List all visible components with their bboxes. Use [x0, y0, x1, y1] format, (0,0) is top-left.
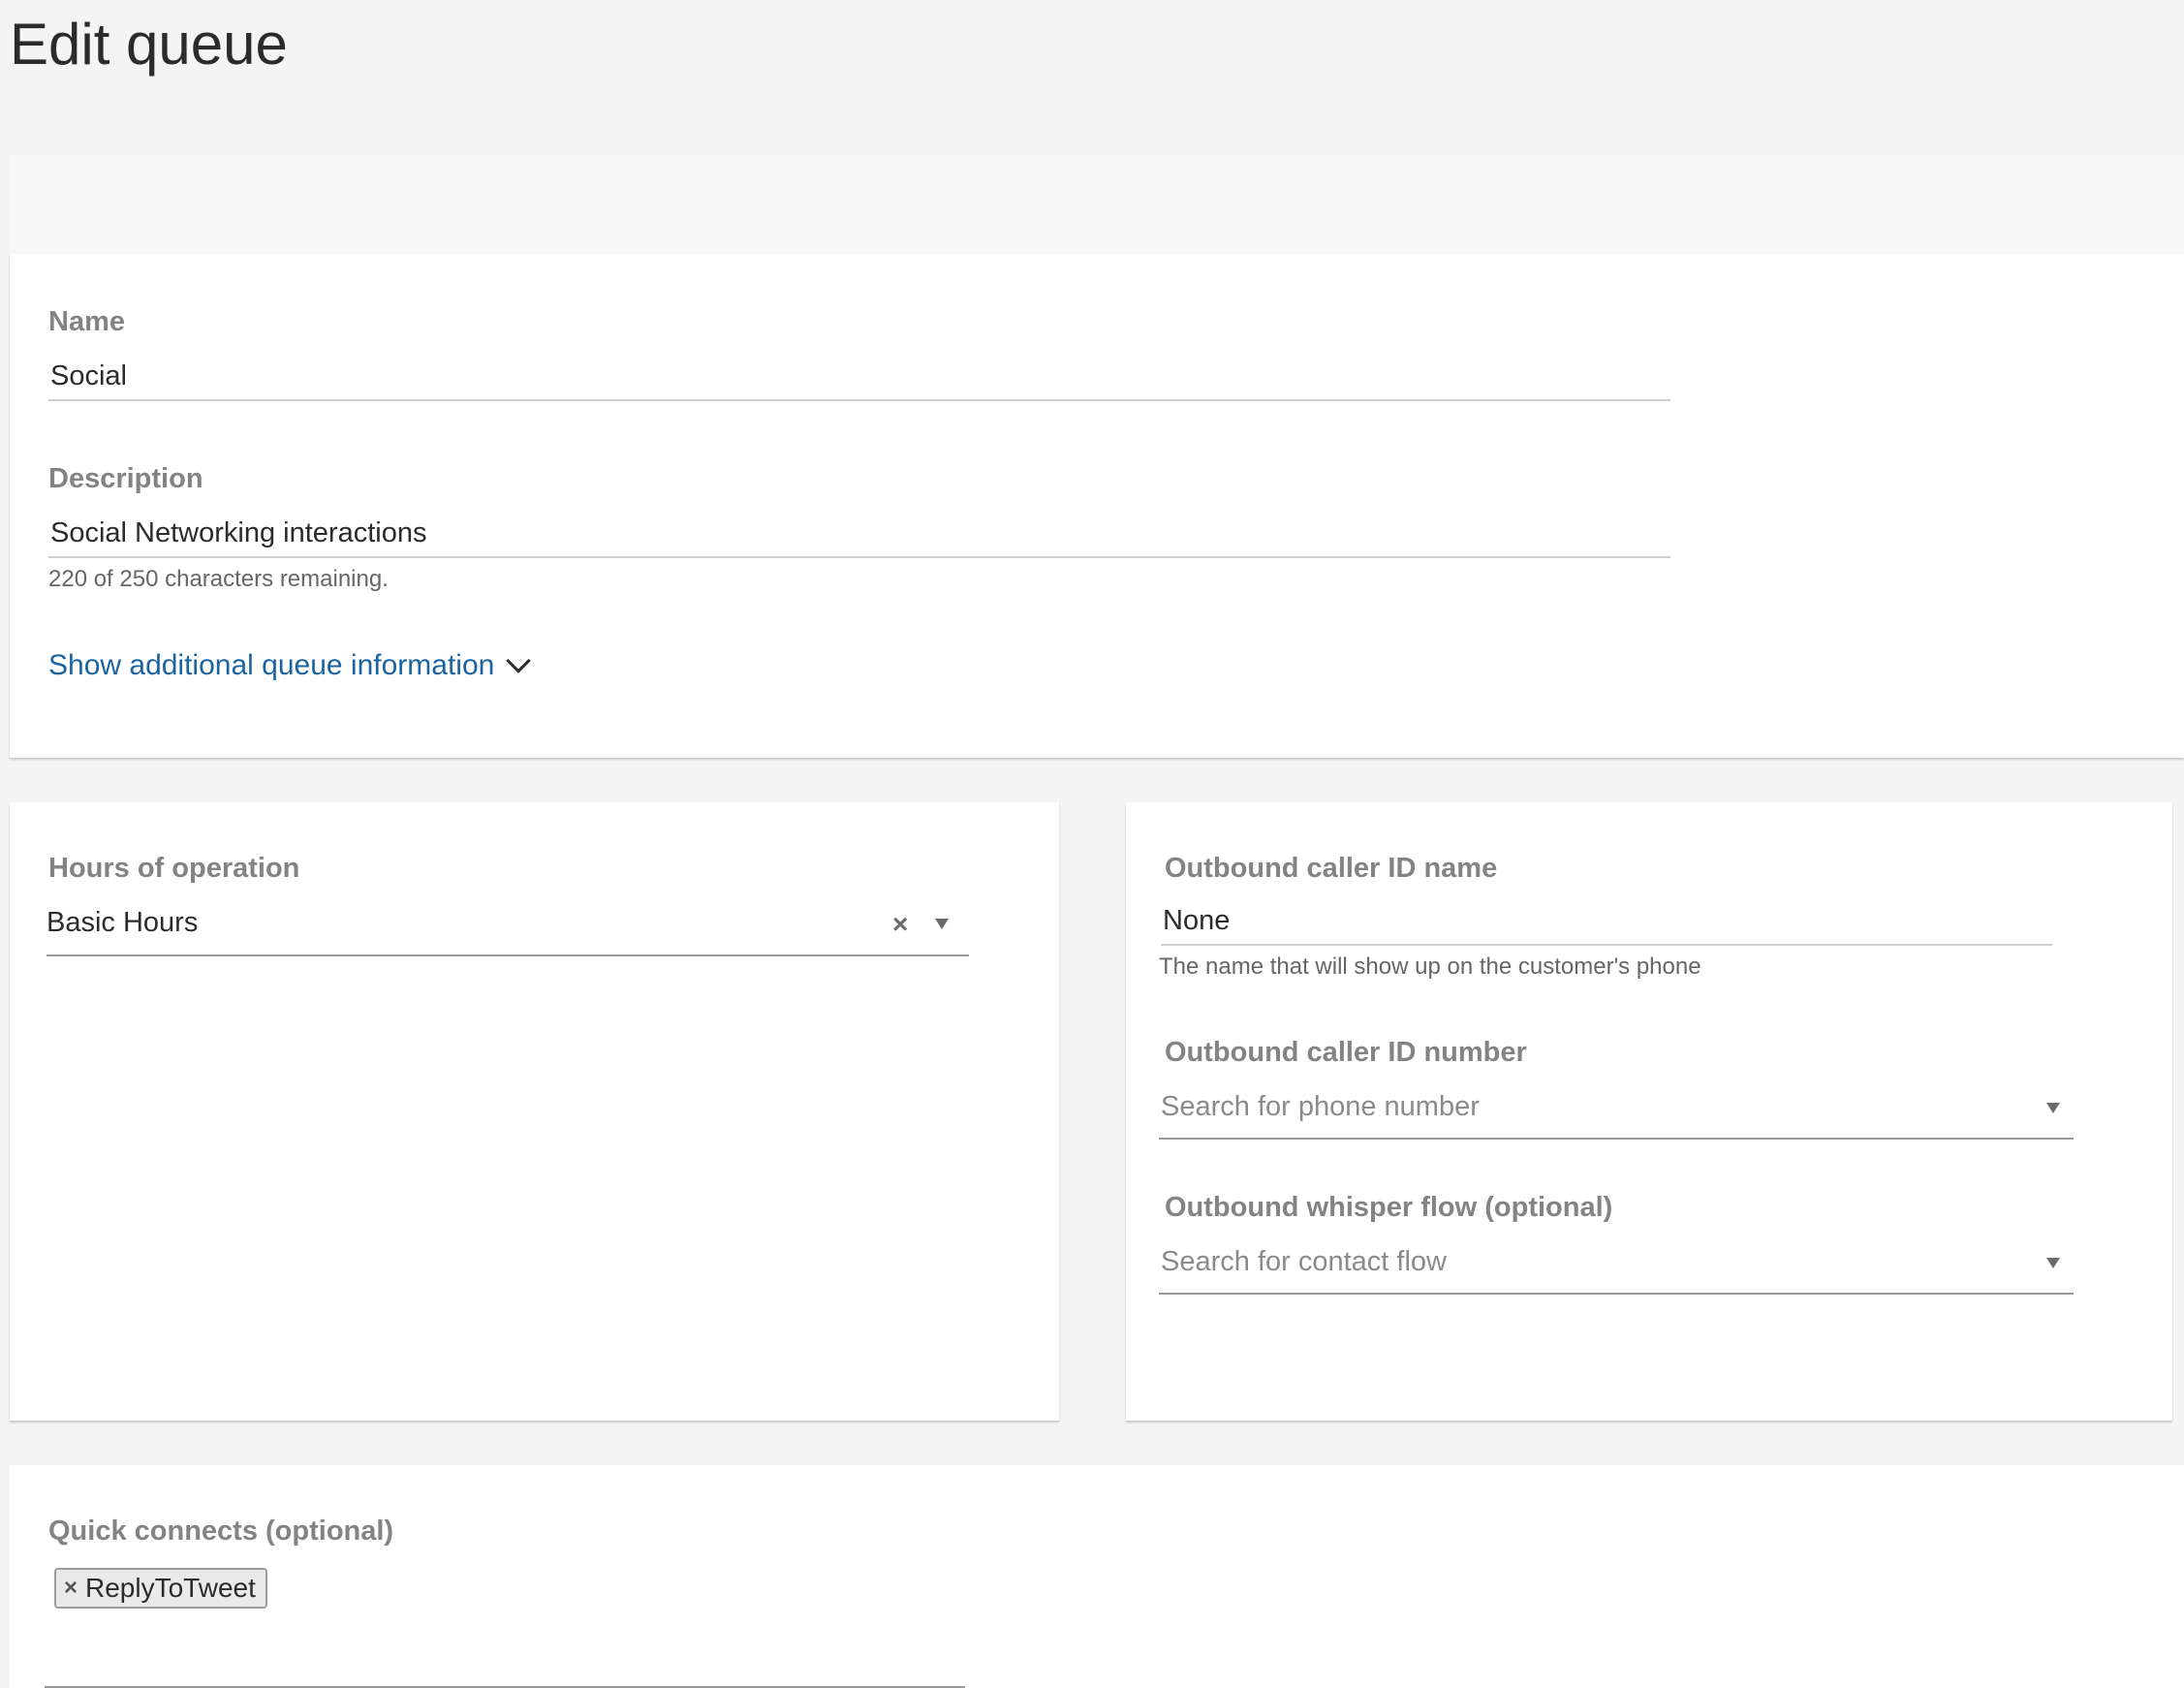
remove-chip-icon[interactable]: × [64, 1575, 78, 1602]
name-label: Name [48, 306, 125, 337]
page-title: Edit queue [10, 12, 288, 77]
outbound-card: Outbound caller ID name None The name th… [1126, 802, 2172, 1421]
caller-id-name-hint: The name that will show up on the custom… [1159, 953, 1701, 980]
caller-id-number-select[interactable]: Search for phone number [1161, 1091, 2013, 1123]
caret-down-icon[interactable] [935, 919, 949, 929]
caller-id-name-label: Outbound caller ID name [1165, 853, 1498, 884]
name-input-underline [48, 399, 1670, 401]
name-input[interactable]: Social [50, 360, 1669, 392]
caller-id-name-underline [1161, 944, 2052, 946]
hours-label: Hours of operation [48, 853, 300, 884]
hours-select-underline [47, 954, 969, 956]
caret-down-icon[interactable] [2046, 1103, 2060, 1113]
quick-connects-label: Quick connects (optional) [48, 1516, 394, 1547]
caret-down-icon[interactable] [2046, 1258, 2060, 1268]
description-input-underline [48, 556, 1670, 558]
chevron-down-icon [506, 648, 532, 673]
quick-connect-chip-label: ReplyToTweet [85, 1573, 256, 1603]
quick-connects-card: Quick connects (optional) × ReplyToTweet [10, 1465, 2184, 1688]
header-band [10, 155, 2184, 254]
caller-id-name-input[interactable]: None [1163, 905, 1996, 937]
hours-card: Hours of operation Basic Hours × [10, 802, 1059, 1421]
caller-id-number-label: Outbound caller ID number [1165, 1037, 1527, 1068]
whisper-flow-select[interactable]: Search for contact flow [1161, 1246, 2013, 1278]
show-additional-info-label: Show additional queue information [48, 649, 495, 681]
show-additional-info-link[interactable]: Show additional queue information [48, 648, 532, 682]
queue-details-card: Name Social Description Social Networkin… [10, 254, 2184, 758]
description-input[interactable]: Social Networking interactions [50, 517, 1669, 549]
clear-icon[interactable]: × [892, 911, 908, 938]
description-char-counter: 220 of 250 characters remaining. [48, 566, 389, 592]
quick-connect-chip: × ReplyToTweet [54, 1568, 267, 1609]
whisper-flow-label: Outbound whisper flow (optional) [1165, 1192, 1613, 1223]
edit-queue-page: Edit queue Name Social Description Socia… [0, 0, 2184, 1688]
whisper-flow-underline [1159, 1293, 2074, 1295]
description-label: Description [48, 463, 203, 494]
hours-select[interactable]: Basic Hours [47, 907, 899, 939]
caller-id-number-underline [1159, 1138, 2074, 1140]
